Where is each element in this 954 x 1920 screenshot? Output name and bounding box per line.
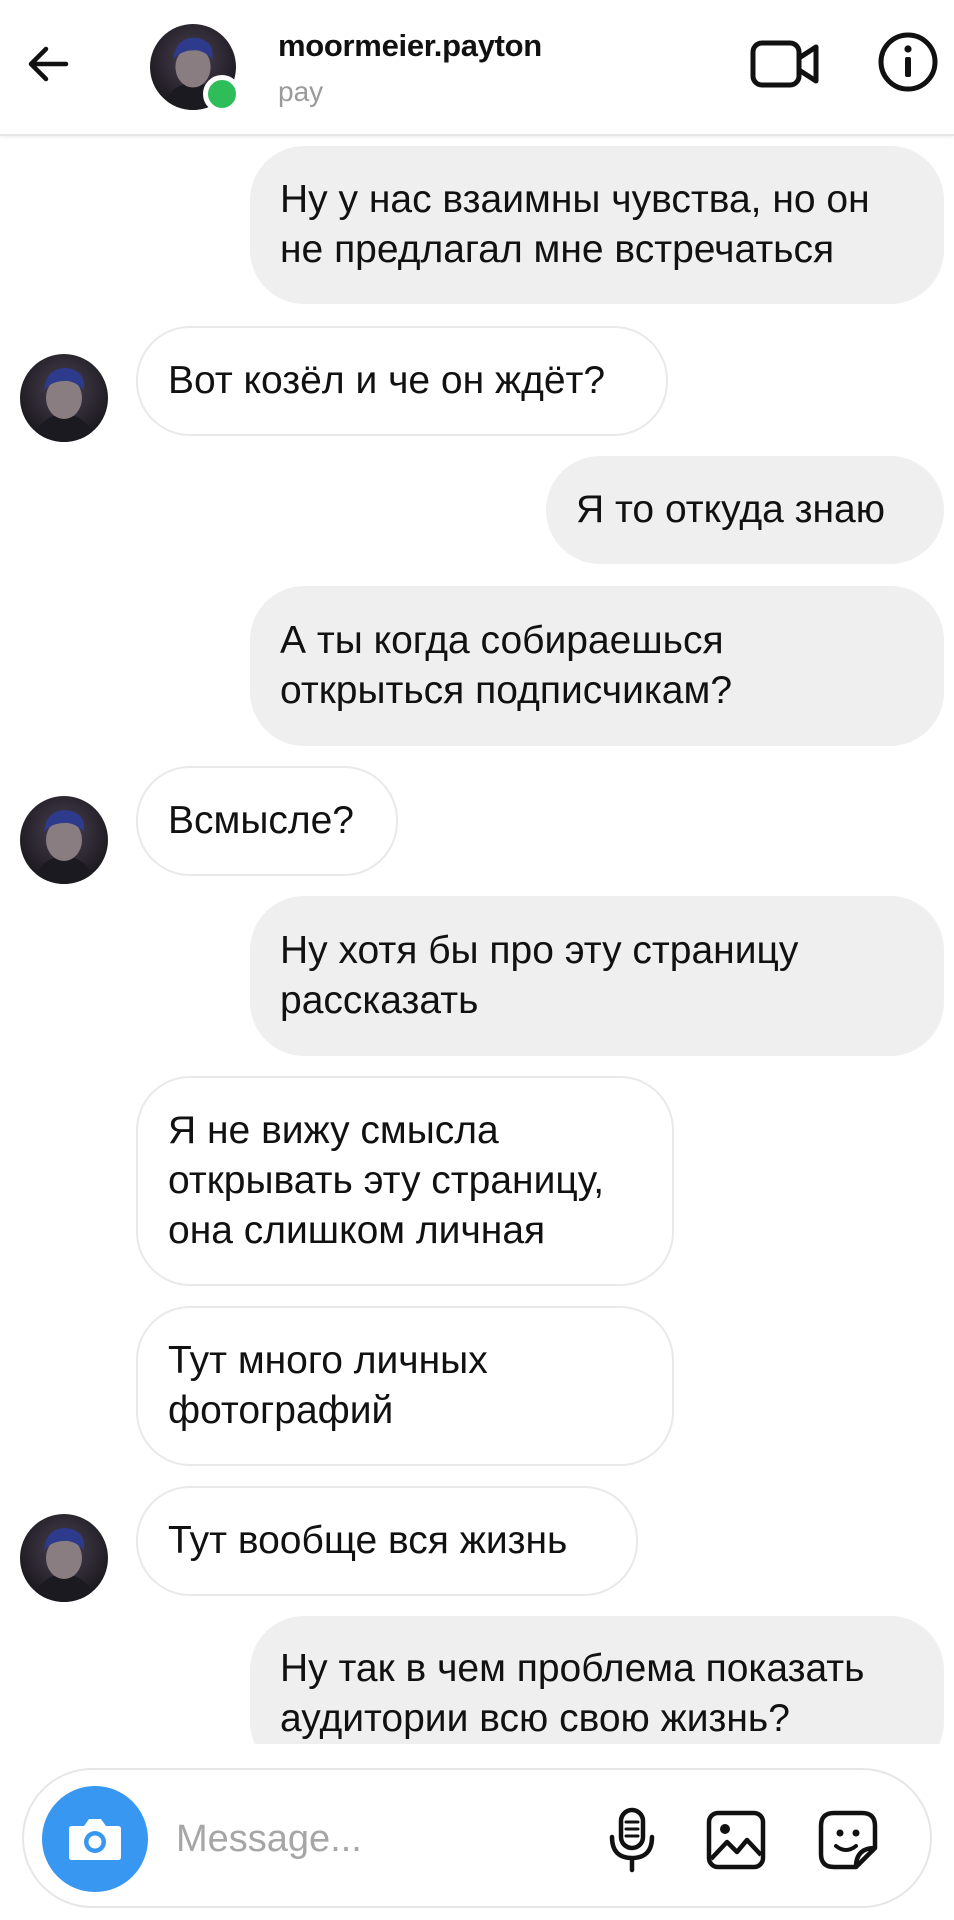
incoming-message[interactable]: Тут много личных фотографий — [136, 1306, 674, 1466]
avatar[interactable] — [20, 796, 108, 884]
chat-subtitle: pay — [278, 76, 324, 107]
sticker-icon — [818, 1810, 878, 1870]
outgoing-message[interactable]: Ну у нас взаимны чувства, но он не предл… — [250, 146, 944, 304]
arrow-left-icon — [28, 46, 69, 82]
incoming-message[interactable]: Всмысле? — [136, 766, 398, 876]
message-input[interactable] — [174, 1810, 598, 1868]
microphone-icon — [609, 1807, 655, 1873]
camera-icon — [69, 1819, 121, 1860]
outgoing-message[interactable]: Я то откуда знаю — [546, 456, 944, 564]
gallery-button[interactable] — [702, 1806, 770, 1874]
chat-username[interactable]: moormeier.payton — [278, 28, 542, 64]
online-status-dot — [203, 75, 241, 113]
incoming-message[interactable]: Я не вижу смысла открывать эту страницу,… — [136, 1076, 674, 1286]
chat-header: moormeier.payton pay — [0, 0, 954, 136]
outgoing-message[interactable]: А ты когда собираешься открыться подписч… — [250, 586, 944, 746]
camera-button[interactable] — [42, 1786, 148, 1892]
message-composer — [22, 1768, 932, 1908]
outgoing-message[interactable]: Ну хотя бы про эту страницу рассказать — [250, 896, 944, 1056]
outgoing-message[interactable]: Ну так в чем проблема показать аудитории… — [250, 1616, 944, 1744]
video-call-icon[interactable] — [750, 34, 822, 94]
incoming-message[interactable]: Тут вообще вся жизнь — [136, 1486, 638, 1596]
back-button[interactable] — [20, 36, 76, 92]
avatar[interactable] — [20, 1514, 108, 1602]
voice-message-button[interactable] — [598, 1806, 666, 1874]
gallery-icon — [706, 1810, 766, 1870]
message-list[interactable]: Ну у нас взаимны чувства, но он не предл… — [0, 136, 954, 1744]
avatar[interactable] — [20, 354, 108, 442]
incoming-message[interactable]: Вот козёл и че он ждёт? — [136, 326, 668, 436]
info-icon[interactable] — [876, 30, 940, 94]
sticker-button[interactable] — [814, 1806, 882, 1874]
